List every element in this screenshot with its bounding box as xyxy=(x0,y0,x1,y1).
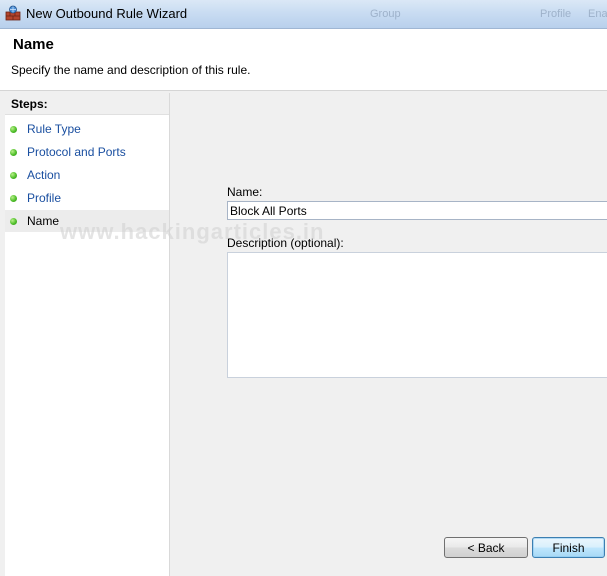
step-action[interactable]: Action xyxy=(5,164,169,186)
step-rule-type[interactable]: Rule Type xyxy=(5,118,169,140)
finish-button[interactable]: Finish xyxy=(532,537,605,558)
content-panel: Name: Description (optional): < Back Fin… xyxy=(172,93,607,576)
wizard-window: New Outbound Rule Wizard Group Profile E… xyxy=(0,0,607,576)
background-ghost-label: Group xyxy=(370,8,401,20)
page-subtitle: Specify the name and description of this… xyxy=(11,63,251,77)
name-input[interactable] xyxy=(227,201,607,220)
description-label: Description (optional): xyxy=(227,236,344,250)
step-label: Profile xyxy=(27,191,62,205)
green-status-dot-icon xyxy=(10,149,17,156)
step-label: Protocol and Ports xyxy=(27,145,126,159)
background-ghost-label: Profile xyxy=(540,8,572,20)
green-status-dot-icon xyxy=(10,195,17,202)
step-name-current: Name xyxy=(5,210,169,232)
step-label: Rule Type xyxy=(27,122,81,136)
step-protocol-and-ports[interactable]: Protocol and Ports xyxy=(5,141,169,163)
step-label: Action xyxy=(27,168,61,182)
description-input[interactable] xyxy=(227,252,607,378)
steps-heading: Steps: xyxy=(5,93,169,115)
wizard-header: Name Specify the name and description of… xyxy=(0,29,607,91)
name-label: Name: xyxy=(227,185,263,199)
firewall-wall-icon xyxy=(5,5,21,21)
title-bar[interactable]: New Outbound Rule Wizard Group Profile E… xyxy=(0,0,607,29)
steps-heading-label: Steps: xyxy=(11,97,48,111)
green-status-dot-icon xyxy=(10,126,17,133)
green-status-dot-icon xyxy=(10,218,17,225)
green-status-dot-icon xyxy=(10,172,17,179)
page-title: Name xyxy=(13,36,54,53)
window-title: New Outbound Rule Wizard xyxy=(26,6,188,21)
back-button[interactable]: < Back xyxy=(444,537,528,558)
step-label: Name xyxy=(27,214,60,228)
step-profile[interactable]: Profile xyxy=(5,187,169,209)
steps-panel: Steps: Rule Type Protocol and Ports Acti… xyxy=(5,93,170,576)
background-ghost-label: Enab xyxy=(588,8,607,20)
